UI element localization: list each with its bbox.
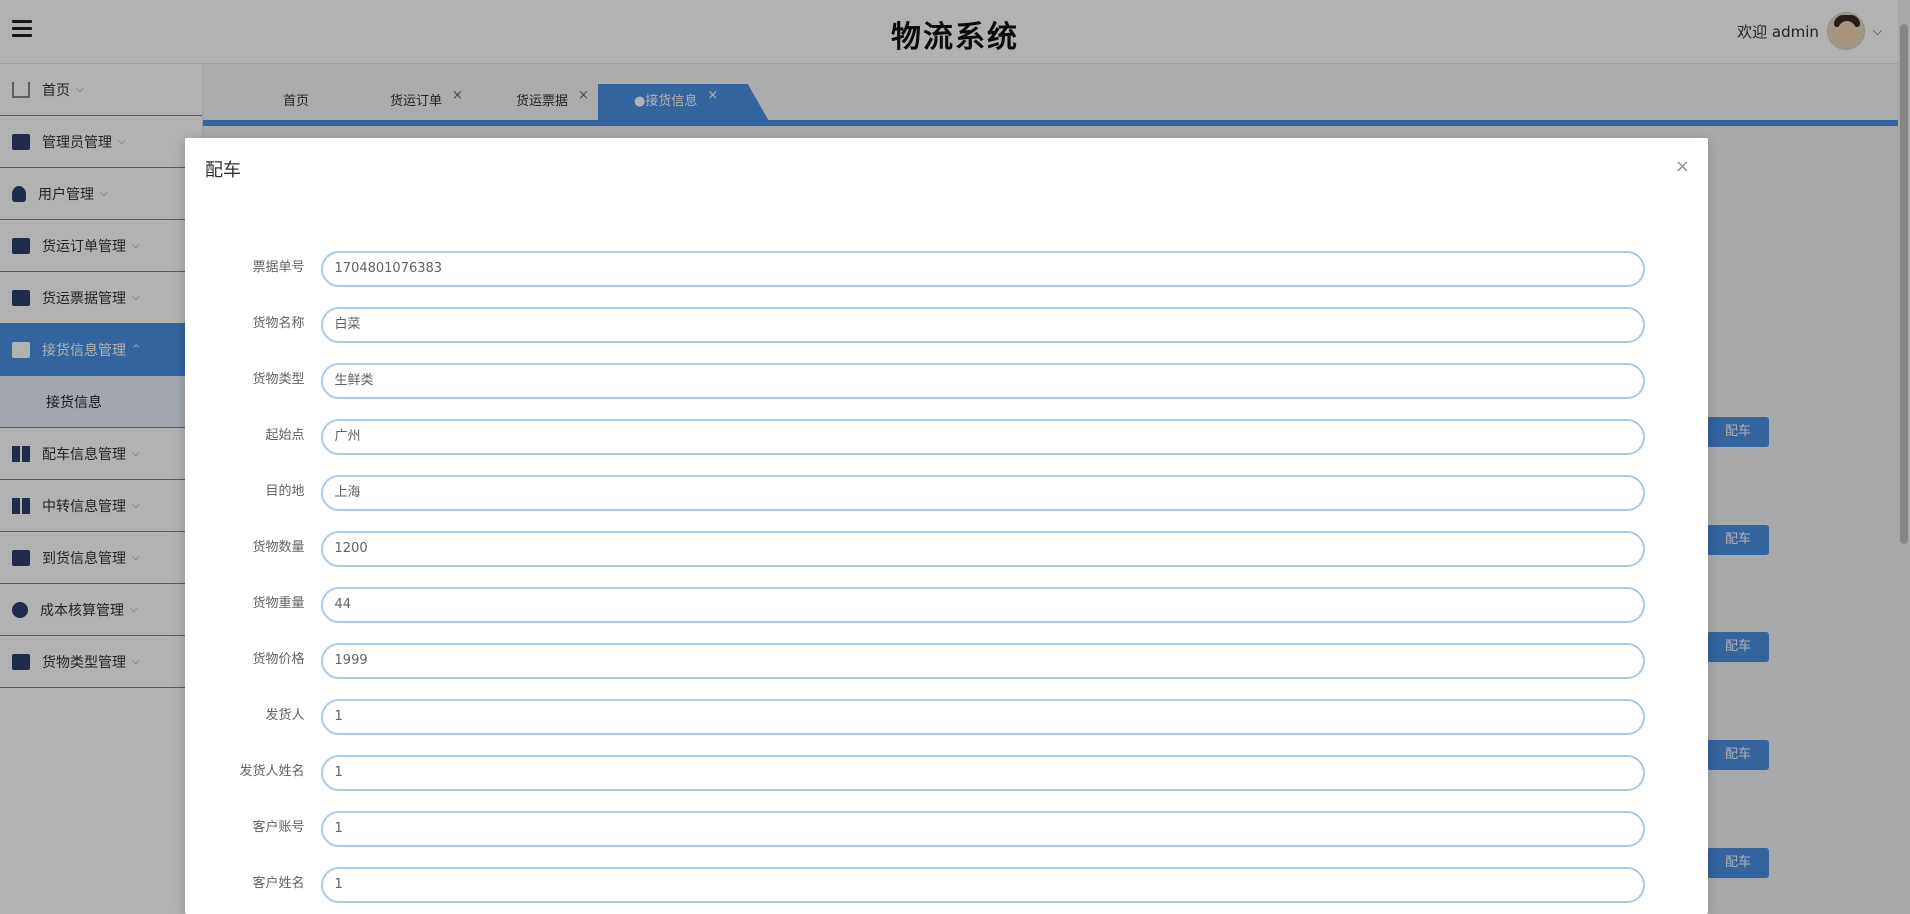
close-icon[interactable]: × <box>1675 156 1690 177</box>
form-row-shipper-name: 发货人姓名 1 <box>225 754 1645 792</box>
assign-vehicle-dialog: 配车 × 票据单号 1704801076383 货物名称 白菜 货物类型 生鲜类 起始… <box>185 138 1708 914</box>
form-row-cargo-name: 货物名称 白菜 <box>225 306 1645 344</box>
form-row-weight: 货物重量 44 <box>225 586 1645 624</box>
form-row-customer-name: 客户姓名 1 <box>225 866 1645 904</box>
form-row-bill-no: 票据单号 1704801076383 <box>225 250 1645 288</box>
form-row-origin: 起始点 广州 <box>225 418 1645 456</box>
destination-field[interactable]: 上海 <box>320 475 1645 511</box>
quantity-field[interactable]: 1200 <box>320 531 1645 567</box>
customer-name-field[interactable]: 1 <box>320 867 1645 903</box>
bill-no-field[interactable]: 1704801076383 <box>320 251 1645 287</box>
customer-account-field[interactable]: 1 <box>320 811 1645 847</box>
form-row-price: 货物价格 1999 <box>225 642 1645 680</box>
cargo-type-field[interactable]: 生鲜类 <box>320 363 1645 399</box>
shipper-name-field[interactable]: 1 <box>320 755 1645 791</box>
price-field[interactable]: 1999 <box>320 643 1645 679</box>
weight-field[interactable]: 44 <box>320 587 1645 623</box>
cargo-name-field[interactable]: 白菜 <box>320 307 1645 343</box>
form-row-cargo-type: 货物类型 生鲜类 <box>225 362 1645 400</box>
dialog-title: 配车 <box>205 160 241 181</box>
origin-field[interactable]: 广州 <box>320 419 1645 455</box>
form-row-quantity: 货物数量 1200 <box>225 530 1645 568</box>
shipper-field[interactable]: 1 <box>320 699 1645 735</box>
form-row-destination: 目的地 上海 <box>225 474 1645 512</box>
form-row-shipper: 发货人 1 <box>225 698 1645 736</box>
form-row-customer-account: 客户账号 1 <box>225 810 1645 848</box>
